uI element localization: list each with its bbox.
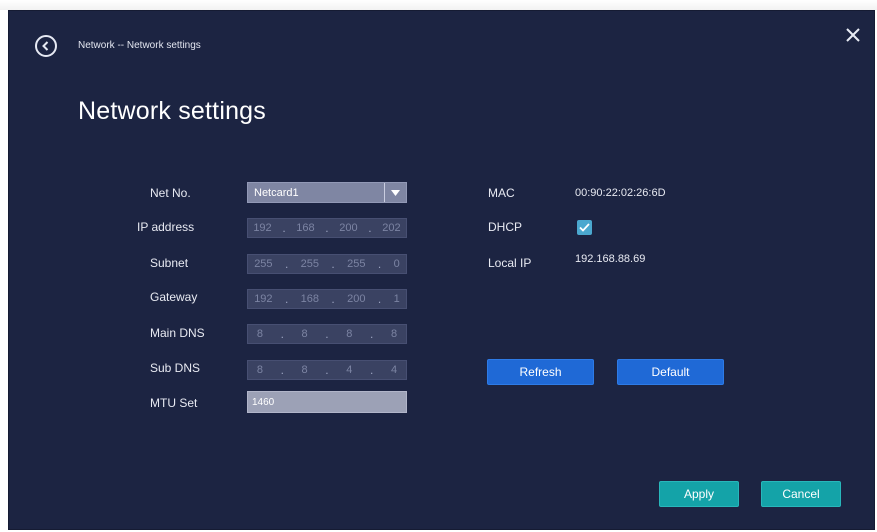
octet-separator: .: [331, 292, 335, 306]
gateway-octet-4: 1: [393, 293, 400, 305]
subnet-octet-4: 0: [393, 258, 400, 270]
net-no-label: Net No.: [150, 186, 191, 200]
top-strip: [0, 0, 877, 10]
page-title: Network settings: [78, 97, 266, 125]
check-icon: [579, 223, 590, 232]
sub-dns-label: Sub DNS: [150, 361, 201, 375]
gateway-octet-3: 200: [347, 293, 366, 305]
main-dns-octet-2: 8: [301, 328, 308, 340]
main-dns-label: Main DNS: [150, 326, 205, 340]
octet-separator: .: [377, 257, 382, 271]
dhcp-checkbox[interactable]: [577, 220, 592, 235]
mac-value: 00:90:22:02:26:6D: [575, 187, 666, 199]
ip-octet-2: 168: [296, 222, 315, 234]
subnet-field[interactable]: 255. 255. 255. 0: [247, 254, 407, 274]
net-no-select[interactable]: Netcard1: [247, 182, 407, 203]
octet-separator: .: [370, 363, 374, 377]
gateway-octet-2: 168: [300, 293, 320, 305]
octet-separator: .: [325, 221, 329, 235]
octet-separator: .: [331, 257, 335, 271]
sub-dns-octet-1: 8: [256, 364, 263, 376]
ip-address-label: IP address: [137, 220, 195, 234]
octet-separator: .: [368, 221, 372, 235]
mtu-input[interactable]: 1460: [247, 391, 407, 413]
ip-address-field[interactable]: 192. 168. 200. 202: [247, 218, 407, 238]
refresh-button[interactable]: Refresh: [487, 359, 594, 385]
subnet-octet-2: 255: [300, 258, 320, 270]
local-ip-label: Local IP: [488, 256, 532, 270]
octet-separator: .: [325, 327, 329, 341]
ip-octet-4: 202: [382, 222, 401, 234]
main-dns-octet-3: 8: [346, 328, 353, 340]
gateway-field[interactable]: 192. 168. 200. 1: [247, 289, 407, 309]
sub-dns-field[interactable]: 8. 8. 4. 4: [247, 360, 407, 380]
local-ip-value: 192.168.88.69: [575, 253, 646, 265]
sub-dns-octet-2: 8: [301, 364, 308, 376]
cancel-button[interactable]: Cancel: [761, 481, 841, 507]
sub-dns-octet-3: 4: [346, 364, 353, 376]
subnet-label: Subnet: [150, 256, 189, 270]
apply-button[interactable]: Apply: [659, 481, 739, 507]
octet-separator: .: [282, 221, 286, 235]
octet-separator: .: [325, 363, 329, 377]
octet-separator: .: [280, 363, 284, 377]
mtu-label: MTU Set: [150, 396, 198, 410]
breadcrumb: Network -- Network settings: [78, 40, 201, 51]
gateway-label: Gateway: [150, 290, 198, 304]
octet-separator: .: [284, 292, 289, 306]
chevron-down-icon: [384, 183, 406, 202]
net-no-value: Netcard1: [254, 186, 299, 199]
default-button[interactable]: Default: [617, 359, 724, 385]
mac-label: MAC: [488, 186, 515, 200]
dhcp-label: DHCP: [488, 220, 523, 234]
ip-octet-3: 200: [339, 222, 358, 234]
main-dns-field[interactable]: 8. 8. 8. 8: [247, 324, 407, 344]
close-icon[interactable]: [844, 26, 864, 46]
chevron-left-icon: [42, 41, 49, 51]
gateway-octet-1: 192: [254, 293, 273, 305]
octet-separator: .: [377, 292, 382, 306]
main-dns-octet-1: 8: [256, 328, 263, 340]
octet-separator: .: [280, 327, 284, 341]
network-settings-panel: [8, 10, 875, 530]
subnet-octet-1: 255: [254, 258, 273, 270]
main-dns-octet-4: 8: [390, 328, 398, 340]
octet-separator: .: [370, 327, 374, 341]
back-button[interactable]: [35, 35, 57, 57]
octet-separator: .: [284, 257, 289, 271]
sub-dns-octet-4: 4: [390, 364, 398, 376]
subnet-octet-3: 255: [347, 258, 366, 270]
ip-octet-1: 192: [253, 222, 272, 234]
